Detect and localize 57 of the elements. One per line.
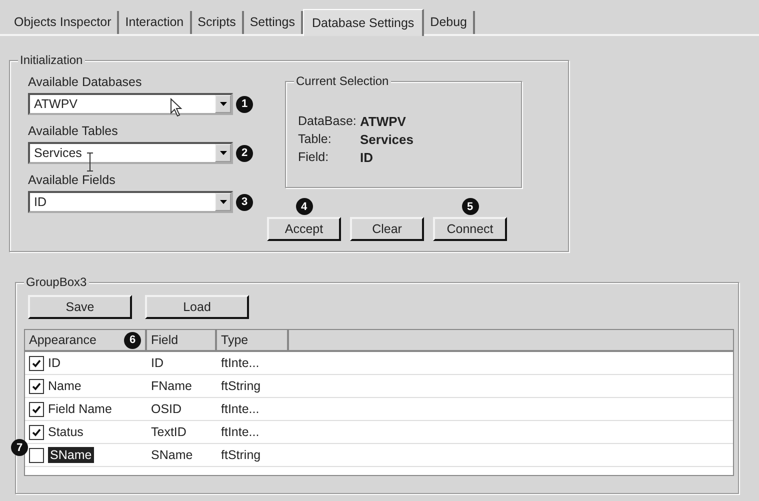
selection-label: DataBase:	[298, 114, 358, 129]
table-cell-text: ftInte...	[220, 424, 260, 441]
table-cell[interactable]: Name	[48, 379, 82, 393]
tab[interactable]: Database Settings	[303, 9, 424, 36]
checkmark-icon	[32, 358, 41, 368]
callout-number: 7	[11, 439, 28, 456]
callout-number: 6	[124, 332, 141, 348]
table-cell-text: ftInte...	[220, 355, 260, 372]
callout-number: 4	[296, 198, 312, 215]
column-header[interactable]: Appearance 6	[25, 330, 147, 350]
action-button[interactable]: Clear	[350, 217, 424, 241]
table-cell-text: ftString	[220, 378, 262, 395]
checkmark-icon	[32, 404, 41, 414]
action-button[interactable]: Connect	[433, 217, 507, 241]
dropdown[interactable]: ID	[28, 191, 233, 213]
selection-value: ATWPV	[360, 114, 407, 129]
checkmark-icon	[32, 428, 41, 436]
column-header[interactable]: Type	[217, 330, 289, 350]
table-cell-text: SName	[150, 447, 194, 464]
action-button[interactable]: Save	[28, 295, 132, 319]
selection-value: Services	[360, 132, 414, 147]
group-title: Current Selection	[294, 74, 391, 88]
table-cell-text: ftInte...	[220, 401, 260, 418]
pointer-icon	[170, 98, 184, 118]
selection-label: Field:	[298, 150, 330, 165]
selection-label: Table:	[298, 132, 332, 147]
table-cell[interactable]: Field Name	[48, 402, 112, 416]
callout-number: 1	[236, 96, 253, 112]
checkbox[interactable]	[29, 378, 44, 394]
combo-label: Available Databases	[28, 75, 143, 91]
callout-number: 2	[236, 144, 253, 162]
callout-number: 5	[462, 198, 478, 215]
callout-number: 3	[236, 194, 253, 210]
table-cell-text: FName	[150, 378, 193, 395]
group-title: Initialization	[18, 53, 85, 67]
table-cell-text: ftString	[220, 447, 262, 464]
combo-label: Available Tables	[28, 124, 119, 140]
table-cell[interactable]: SName	[48, 447, 94, 463]
text-cursor-icon	[86, 152, 94, 172]
group-title: GroupBox3	[24, 275, 89, 289]
selection-value: ID	[360, 150, 374, 165]
table-cell-text: OSID	[150, 401, 183, 418]
column-header[interactable]: Field	[147, 330, 217, 350]
action-button[interactable]: Accept	[267, 217, 341, 241]
combo-label: Available Fields	[28, 173, 116, 189]
action-button[interactable]: Load	[145, 295, 249, 319]
checkmark-icon	[32, 382, 41, 390]
dropdown[interactable]: ATWPV	[28, 93, 233, 115]
table-cell[interactable]: Status	[48, 425, 84, 439]
checkbox[interactable]	[29, 424, 44, 440]
checkbox[interactable]	[29, 356, 44, 370]
tab[interactable]: Scripts	[192, 11, 244, 34]
table-cell[interactable]: ID	[48, 356, 60, 370]
checkbox[interactable]	[29, 402, 44, 416]
table-cell-text: TextID	[150, 424, 188, 441]
table-cell-text: ID	[150, 355, 164, 372]
checkbox[interactable]	[29, 448, 44, 462]
